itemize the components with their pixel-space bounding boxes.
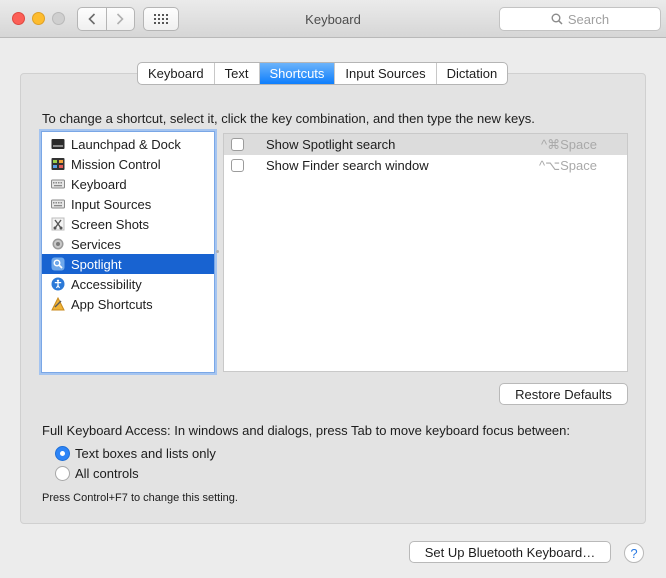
keyboard-icon [51,179,65,189]
search-placeholder: Search [567,11,610,27]
mission-control-icon [51,158,65,170]
shortcut-checkbox[interactable] [231,159,244,172]
category-label: Keyboard [71,176,127,192]
tab-bar: Keyboard Text Shortcuts Input Sources Di… [137,62,509,85]
split-view-divider[interactable] [216,250,219,256]
screenshot-icon [51,217,65,231]
category-item-keyboard[interactable]: Keyboard [42,174,214,194]
back-button[interactable] [78,8,106,30]
zoom-window-button[interactable] [52,12,65,25]
grid-icon [154,14,168,24]
chevron-left-icon [88,13,96,25]
tab-input-sources[interactable]: Input Sources [334,63,435,84]
category-item-input-sources[interactable]: Input Sources [42,194,214,214]
full-keyboard-access-label: Full Keyboard Access: In windows and dia… [42,423,570,438]
shortcut-keys[interactable]: ^⌘Space [541,137,597,153]
category-item-app-shortcuts[interactable]: App Shortcuts [42,294,214,314]
app-shortcuts-icon [51,297,65,311]
shortcut-checkbox[interactable] [231,138,244,151]
category-item-spotlight[interactable]: Spotlight [42,254,214,274]
restore-defaults-button[interactable]: Restore Defaults [499,383,628,405]
search-field[interactable]: Search [499,7,661,31]
shortcut-row[interactable]: Show Finder search window ^⌥Space [224,155,627,176]
tab-text[interactable]: Text [213,63,259,84]
tab-keyboard[interactable]: Keyboard [138,63,214,84]
show-all-button[interactable] [143,7,179,31]
shortcut-label: Show Finder search window [266,158,429,173]
category-label: Spotlight [71,256,122,272]
accessibility-icon [51,277,65,291]
radio-all-controls[interactable]: All controls [55,466,139,481]
radio-text-boxes-lists[interactable]: Text boxes and lists only [55,446,216,461]
launchpad-icon [51,139,65,149]
input-sources-icon [51,199,65,209]
category-label: Services [71,236,121,252]
chevron-right-icon [117,13,125,25]
category-label: Mission Control [71,156,161,172]
shortcut-row[interactable]: Show Spotlight search ^⌘Space [224,134,627,155]
radio-button[interactable] [55,466,70,481]
help-button[interactable]: ? [624,543,644,563]
category-list[interactable]: Launchpad & Dock Mission Control Keyboar… [41,131,215,373]
forward-button[interactable] [105,8,134,30]
category-item-mission-control[interactable]: Mission Control [42,154,214,174]
close-window-button[interactable] [12,12,25,25]
category-item-launchpad-dock[interactable]: Launchpad & Dock [42,134,214,154]
category-item-accessibility[interactable]: Accessibility [42,274,214,294]
setup-bluetooth-keyboard-button[interactable]: Set Up Bluetooth Keyboard… [409,541,611,563]
category-label: Accessibility [71,276,142,292]
tab-shortcuts[interactable]: Shortcuts [258,63,335,84]
category-label: Screen Shots [71,216,150,232]
category-item-screen-shots[interactable]: Screen Shots [42,214,214,234]
shortcut-list[interactable]: Show Spotlight search ^⌘Space Show Finde… [223,133,628,372]
spotlight-icon [51,257,65,271]
search-icon [551,13,563,25]
title-bar: Keyboard Search [0,0,666,38]
instruction-text: To change a shortcut, select it, click t… [42,111,535,126]
setting-note: Press Control+F7 to change this setting. [42,492,238,504]
radio-label: All controls [75,466,139,481]
tab-dictation[interactable]: Dictation [435,63,508,84]
minimize-window-button[interactable] [32,12,45,25]
shortcut-keys[interactable]: ^⌥Space [539,158,597,174]
shortcut-label: Show Spotlight search [266,137,396,152]
gear-icon [52,238,64,250]
category-label: Launchpad & Dock [71,136,181,152]
category-label: Input Sources [71,196,152,212]
category-item-services[interactable]: Services [42,234,214,254]
radio-button[interactable] [55,446,70,461]
radio-label: Text boxes and lists only [75,446,216,461]
navigation-buttons [77,7,135,31]
category-label: App Shortcuts [71,296,153,312]
